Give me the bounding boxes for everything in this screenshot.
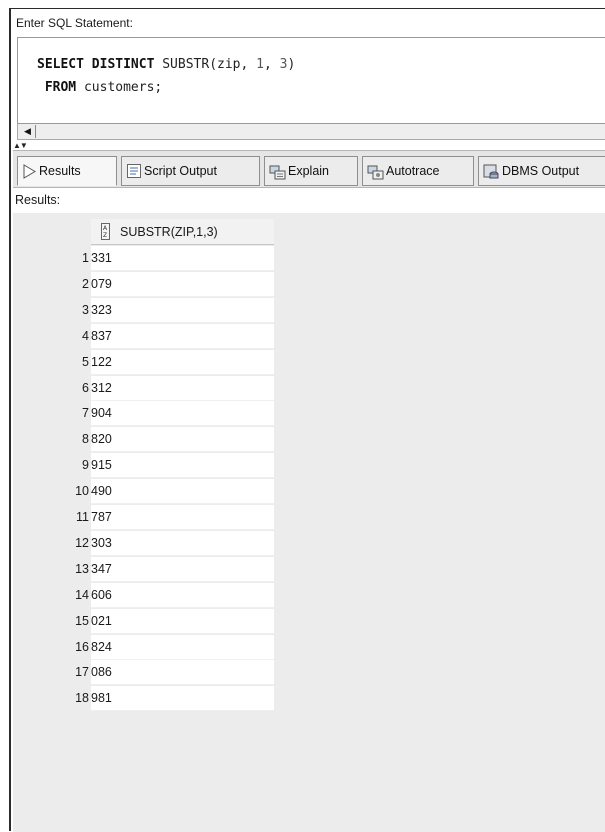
sql-editor[interactable]: SELECT DISTINCT SUBSTR(zip, 1, 3) FROM c… (17, 37, 605, 124)
tab-autotrace[interactable]: Autotrace (362, 156, 474, 186)
table-row[interactable]: 3 323 (13, 297, 274, 323)
script-icon (126, 163, 142, 179)
tab-explain-label: Explain (288, 164, 329, 178)
sql-text: , (263, 57, 280, 72)
table-row[interactable]: 6 312 (13, 375, 274, 401)
sql-line-2: FROM customers; (37, 76, 295, 99)
table-row[interactable]: 4 837 (13, 323, 274, 349)
dbms-icon (483, 163, 500, 180)
row-number: 1 (82, 251, 89, 265)
table-cell[interactable]: 981 (91, 686, 274, 712)
row-number: 7 (82, 406, 89, 421)
tab-results-label: Results (39, 164, 81, 178)
row-number: 17 (75, 665, 89, 680)
table-row[interactable]: 7 904 (13, 401, 274, 427)
tab-explain[interactable]: Explain (264, 156, 358, 186)
sql-line-1: SELECT DISTINCT SUBSTR(zip, 1, 3) (37, 53, 295, 76)
table-cell[interactable]: 079 (91, 271, 274, 297)
tab-script-output[interactable]: Script Output (121, 156, 260, 186)
play-icon (22, 163, 37, 179)
row-number: 12 (75, 535, 89, 550)
table-row[interactable]: 13 347 (13, 556, 274, 582)
table-row[interactable]: 1 331 (13, 246, 274, 271)
tab-results[interactable]: Results (17, 156, 117, 186)
table-row[interactable]: 11 787 (13, 505, 274, 530)
sql-keyword: SELECT DISTINCT (37, 57, 155, 72)
table-row[interactable]: 12 303 (13, 530, 274, 556)
sql-text: customers; (76, 80, 163, 95)
row-number: 8 (82, 432, 89, 447)
table-row[interactable]: 14 606 (13, 582, 274, 608)
tab-dbms-output[interactable]: DBMS Output (478, 156, 605, 186)
table-cell[interactable]: 303 (91, 530, 274, 556)
table-cell[interactable]: 837 (91, 323, 274, 349)
table-cell[interactable]: 606 (91, 582, 274, 608)
table-cell[interactable]: 820 (91, 427, 274, 453)
sql-text: ) (287, 57, 296, 72)
autotrace-icon (367, 163, 384, 180)
tab-autotrace-label: Autotrace (386, 164, 440, 178)
table-cell[interactable]: 824 (91, 634, 274, 660)
table-cell[interactable]: 787 (91, 505, 274, 530)
sql-text: SUBSTR(zip, (154, 57, 257, 72)
column-header-substr-zip[interactable]: AZ SUBSTR(ZIP,1,3) (91, 219, 274, 245)
tab-dbms-output-label: DBMS Output (502, 164, 580, 178)
row-number: 13 (75, 561, 89, 576)
table-cell[interactable]: 323 (91, 297, 274, 323)
scroll-left-icon[interactable]: ◀ (24, 125, 36, 138)
row-number: 16 (75, 639, 89, 654)
table-cell[interactable]: 312 (91, 375, 274, 401)
table-row[interactable]: 8 820 (13, 427, 274, 453)
row-number: 6 (82, 380, 89, 395)
row-number: 14 (75, 587, 89, 602)
table-row[interactable]: 18 981 (13, 686, 274, 712)
results-label: Results: (13, 188, 605, 213)
table-row[interactable]: 17 086 (13, 660, 274, 686)
table-cell[interactable]: 904 (91, 401, 274, 427)
table-row[interactable]: 9 915 (13, 453, 274, 479)
row-number: 4 (82, 328, 89, 343)
sql-statement-label: Enter SQL Statement: (16, 16, 133, 30)
row-number: 3 (82, 302, 89, 317)
table-cell[interactable]: 021 (91, 608, 274, 634)
table-cell[interactable]: 347 (91, 556, 274, 582)
table-cell[interactable]: 122 (91, 349, 274, 375)
table-row[interactable]: 15 021 (13, 608, 274, 634)
sort-icon[interactable]: AZ (101, 223, 110, 240)
sql-code: SELECT DISTINCT SUBSTR(zip, 1, 3) FROM c… (37, 53, 295, 99)
editor-horizontal-scrollbar[interactable]: ◀ (17, 124, 605, 140)
row-number: 18 (75, 691, 89, 706)
row-number: 9 (82, 458, 89, 473)
row-number: 5 (82, 354, 89, 369)
output-tab-bar: Results Script Output Explain Autotrace … (13, 150, 605, 188)
row-number: 2 (82, 276, 89, 291)
sql-keyword: FROM (44, 80, 77, 95)
sql-number: 1 (256, 57, 264, 72)
row-number: 11 (76, 510, 89, 524)
svg-text:Z: Z (103, 232, 107, 239)
sql-worksheet: Enter SQL Statement: SELECT DISTINCT SUB… (9, 8, 605, 832)
explain-icon (269, 163, 286, 180)
results-grid: AZ SUBSTR(ZIP,1,3) 1 331 2 079 3 323 4 837 5 122 6… (13, 213, 605, 832)
table-row[interactable]: 2 079 (13, 271, 274, 297)
table-cell[interactable]: 086 (91, 660, 274, 686)
column-header-label: SUBSTR(ZIP,1,3) (120, 224, 218, 239)
row-number: 10 (75, 484, 89, 499)
table-row[interactable]: 16 824 (13, 634, 274, 660)
table-row[interactable]: 10 490 (13, 479, 274, 505)
table-row[interactable]: 5 122 (13, 349, 274, 375)
row-number: 15 (75, 613, 89, 628)
tab-script-output-label: Script Output (144, 164, 217, 178)
table-cell[interactable]: 331 (91, 246, 274, 271)
table-cell[interactable]: 490 (91, 479, 274, 505)
table-cell[interactable]: 915 (91, 453, 274, 479)
